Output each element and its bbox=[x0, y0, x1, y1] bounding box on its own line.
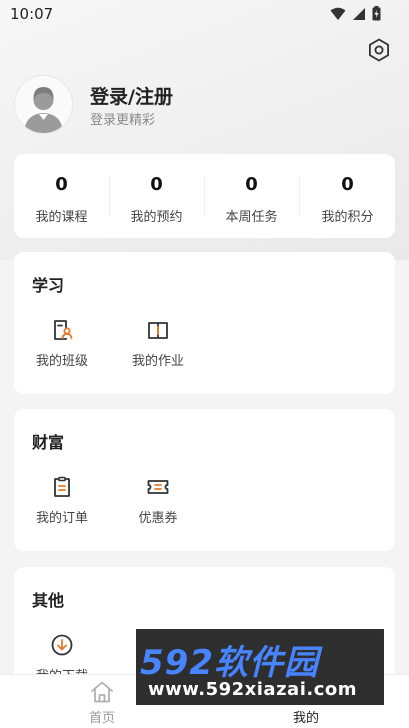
coupon-icon bbox=[147, 480, 169, 494]
status-bar: 10:07 bbox=[0, 0, 409, 28]
wealth-section: 财富 我的订单 优惠券 bbox=[14, 409, 395, 551]
stat-value: 0 bbox=[245, 174, 258, 195]
login-register-link[interactable]: 登录/注册 bbox=[90, 82, 173, 109]
watermark-overlay: 592软件园 www.592xiazai.com bbox=[136, 629, 384, 705]
section-title: 其他 bbox=[32, 591, 65, 610]
signal-icon bbox=[353, 7, 365, 20]
homework-icon bbox=[148, 322, 168, 339]
stat-my-courses[interactable]: 0 我的课程 bbox=[14, 154, 109, 238]
settings-button[interactable] bbox=[367, 38, 391, 62]
tab-label: 首页 bbox=[88, 711, 115, 726]
item-label: 我的班级 bbox=[35, 354, 88, 369]
status-icons bbox=[330, 6, 381, 21]
study-section: 学习 我的班级 我的作业 bbox=[14, 252, 395, 394]
my-homework-button[interactable]: 我的作业 bbox=[110, 314, 206, 374]
status-time: 10:07 bbox=[10, 5, 54, 23]
stat-weekly-tasks[interactable]: 0 本周任务 bbox=[204, 154, 299, 238]
stat-label: 我的课程 bbox=[35, 210, 88, 225]
item-label: 优惠券 bbox=[138, 511, 178, 526]
my-class-button[interactable]: 我的班级 bbox=[14, 314, 110, 374]
stat-value: 0 bbox=[55, 174, 68, 195]
default-avatar-icon bbox=[15, 76, 72, 133]
settings-icon bbox=[369, 38, 389, 62]
section-title: 财富 bbox=[32, 433, 65, 452]
watermark-brand: 592软件园 bbox=[140, 643, 319, 683]
wifi-icon bbox=[330, 7, 346, 20]
stat-my-points[interactable]: 0 我的积分 bbox=[300, 154, 395, 238]
login-subtitle: 登录更精彩 bbox=[90, 113, 156, 128]
tab-label: 我的 bbox=[292, 711, 319, 726]
stat-value: 0 bbox=[341, 174, 354, 195]
download-icon bbox=[51, 634, 73, 656]
profile-header[interactable]: 登录/注册 登录更精彩 bbox=[14, 75, 314, 135]
stat-label: 我的积分 bbox=[321, 210, 374, 225]
stat-label: 我的预约 bbox=[130, 210, 183, 225]
coupons-button[interactable]: 优惠券 bbox=[110, 471, 206, 531]
avatar[interactable] bbox=[14, 75, 73, 134]
my-orders-button[interactable]: 我的订单 bbox=[14, 471, 110, 531]
stat-my-reservations[interactable]: 0 我的预约 bbox=[109, 154, 204, 238]
stat-value: 0 bbox=[150, 174, 163, 195]
stat-label: 本周任务 bbox=[225, 210, 278, 225]
section-title: 学习 bbox=[32, 276, 65, 295]
class-icon bbox=[54, 320, 73, 340]
stats-card: 0 我的课程 0 我的预约 0 本周任务 0 我的积分 bbox=[14, 154, 395, 238]
order-icon bbox=[54, 476, 70, 497]
item-label: 我的作业 bbox=[131, 354, 184, 369]
item-label: 我的订单 bbox=[35, 511, 88, 526]
battery-icon bbox=[372, 6, 381, 21]
home-icon bbox=[91, 681, 113, 703]
watermark-url: www.592xiazai.com bbox=[148, 679, 357, 700]
